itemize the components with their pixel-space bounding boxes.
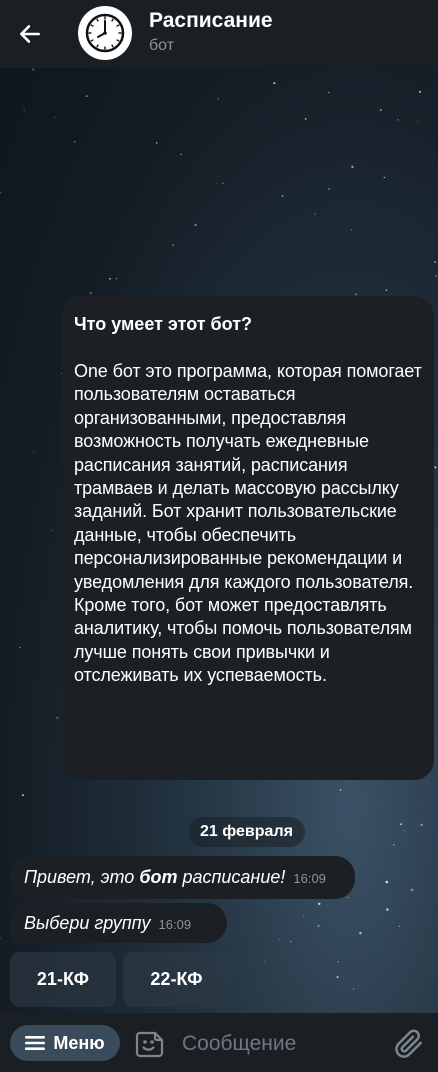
bot-intro-card: Что умеет этот бот? One бот это программ…: [62, 296, 434, 780]
paperclip-icon: [395, 1029, 422, 1058]
star: [347, 896, 349, 898]
star: [89, 291, 92, 295]
star: [434, 466, 437, 469]
message-text-bold: бот: [139, 867, 178, 887]
chat-header: Расписание бот: [0, 0, 438, 68]
star: [410, 888, 414, 892]
chat-title: Расписание: [149, 9, 273, 32]
emoji-icon: [135, 1031, 164, 1058]
clock-icon: [85, 13, 125, 53]
star: [400, 823, 402, 826]
star: [304, 117, 307, 120]
star: [337, 960, 339, 963]
message-time: 16:09: [293, 871, 326, 886]
star: [155, 142, 158, 144]
star: [108, 277, 111, 280]
star: [379, 108, 382, 112]
star: [351, 165, 354, 169]
star: [216, 182, 218, 184]
star: [172, 244, 174, 247]
bot-intro-title: Что умеет этот бот?: [74, 314, 253, 334]
star: [264, 961, 266, 963]
star: [0, 191, 2, 194]
star: [290, 940, 292, 943]
star: [0, 937, 1, 939]
star: [51, 530, 53, 531]
star: [33, 451, 35, 453]
star: [56, 716, 59, 720]
star: [351, 229, 353, 231]
message-input-bar: Меню: [0, 1013, 438, 1072]
star: [418, 90, 422, 93]
star: [328, 91, 330, 94]
message-text-part: Привет, это: [24, 867, 140, 887]
star: [383, 176, 385, 179]
hamburger-icon: [25, 1036, 46, 1050]
star: [397, 119, 399, 121]
star: [385, 880, 389, 884]
star: [116, 277, 118, 280]
star: [353, 988, 355, 990]
keyboard-button-22-kf[interactable]: 22-КФ: [123, 952, 230, 1007]
star: [85, 95, 88, 97]
date-label: 21 февраля: [188, 817, 305, 847]
bot-intro-text: One бот это программа, которая помогает …: [74, 361, 422, 686]
star: [393, 844, 395, 846]
star: [420, 823, 423, 826]
emoji-button[interactable]: [135, 1030, 165, 1063]
message-bubble[interactable]: Выбери группу 16:09: [10, 903, 227, 943]
star: [278, 938, 280, 940]
star: [222, 182, 224, 184]
chat-subtitle: бот: [149, 37, 175, 54]
star: [19, 646, 21, 649]
message-time: 16:09: [158, 917, 192, 932]
star: [180, 153, 182, 155]
star: [385, 289, 388, 291]
star: [318, 902, 321, 906]
star: [302, 915, 305, 918]
star: [317, 924, 320, 928]
star: [403, 830, 405, 832]
star: [328, 188, 330, 190]
star: [316, 916, 318, 918]
star: [435, 274, 438, 277]
attach-button[interactable]: [394, 1029, 424, 1064]
star: [54, 116, 56, 118]
back-button[interactable]: [0, 0, 60, 68]
star: [21, 794, 24, 797]
star: [386, 908, 389, 911]
menu-button[interactable]: Меню: [10, 1025, 120, 1061]
star: [434, 261, 437, 264]
avatar[interactable]: [78, 6, 132, 60]
message-text-part: расписание!: [177, 867, 286, 887]
star: [273, 81, 276, 85]
message-input[interactable]: [180, 1025, 384, 1063]
star: [217, 98, 219, 100]
menu-button-label: Меню: [53, 1032, 105, 1053]
star: [336, 976, 339, 979]
star: [314, 213, 316, 215]
arrow-left-icon: [20, 25, 40, 43]
star: [417, 120, 419, 122]
star: [23, 109, 25, 111]
star: [359, 931, 362, 935]
star: [74, 141, 76, 143]
star: [339, 789, 342, 791]
star: [398, 925, 401, 928]
star: [32, 68, 35, 71]
message-text: Выбери группу: [24, 913, 151, 933]
star: [194, 224, 197, 226]
star: [281, 195, 284, 197]
chat-title-block[interactable]: Расписание бот: [149, 9, 273, 55]
keyboard-button-21-kf[interactable]: 21-КФ: [10, 952, 116, 1007]
message-bubble[interactable]: Привет, это бот расписание! 16:09: [10, 856, 355, 899]
star: [34, 169, 36, 171]
